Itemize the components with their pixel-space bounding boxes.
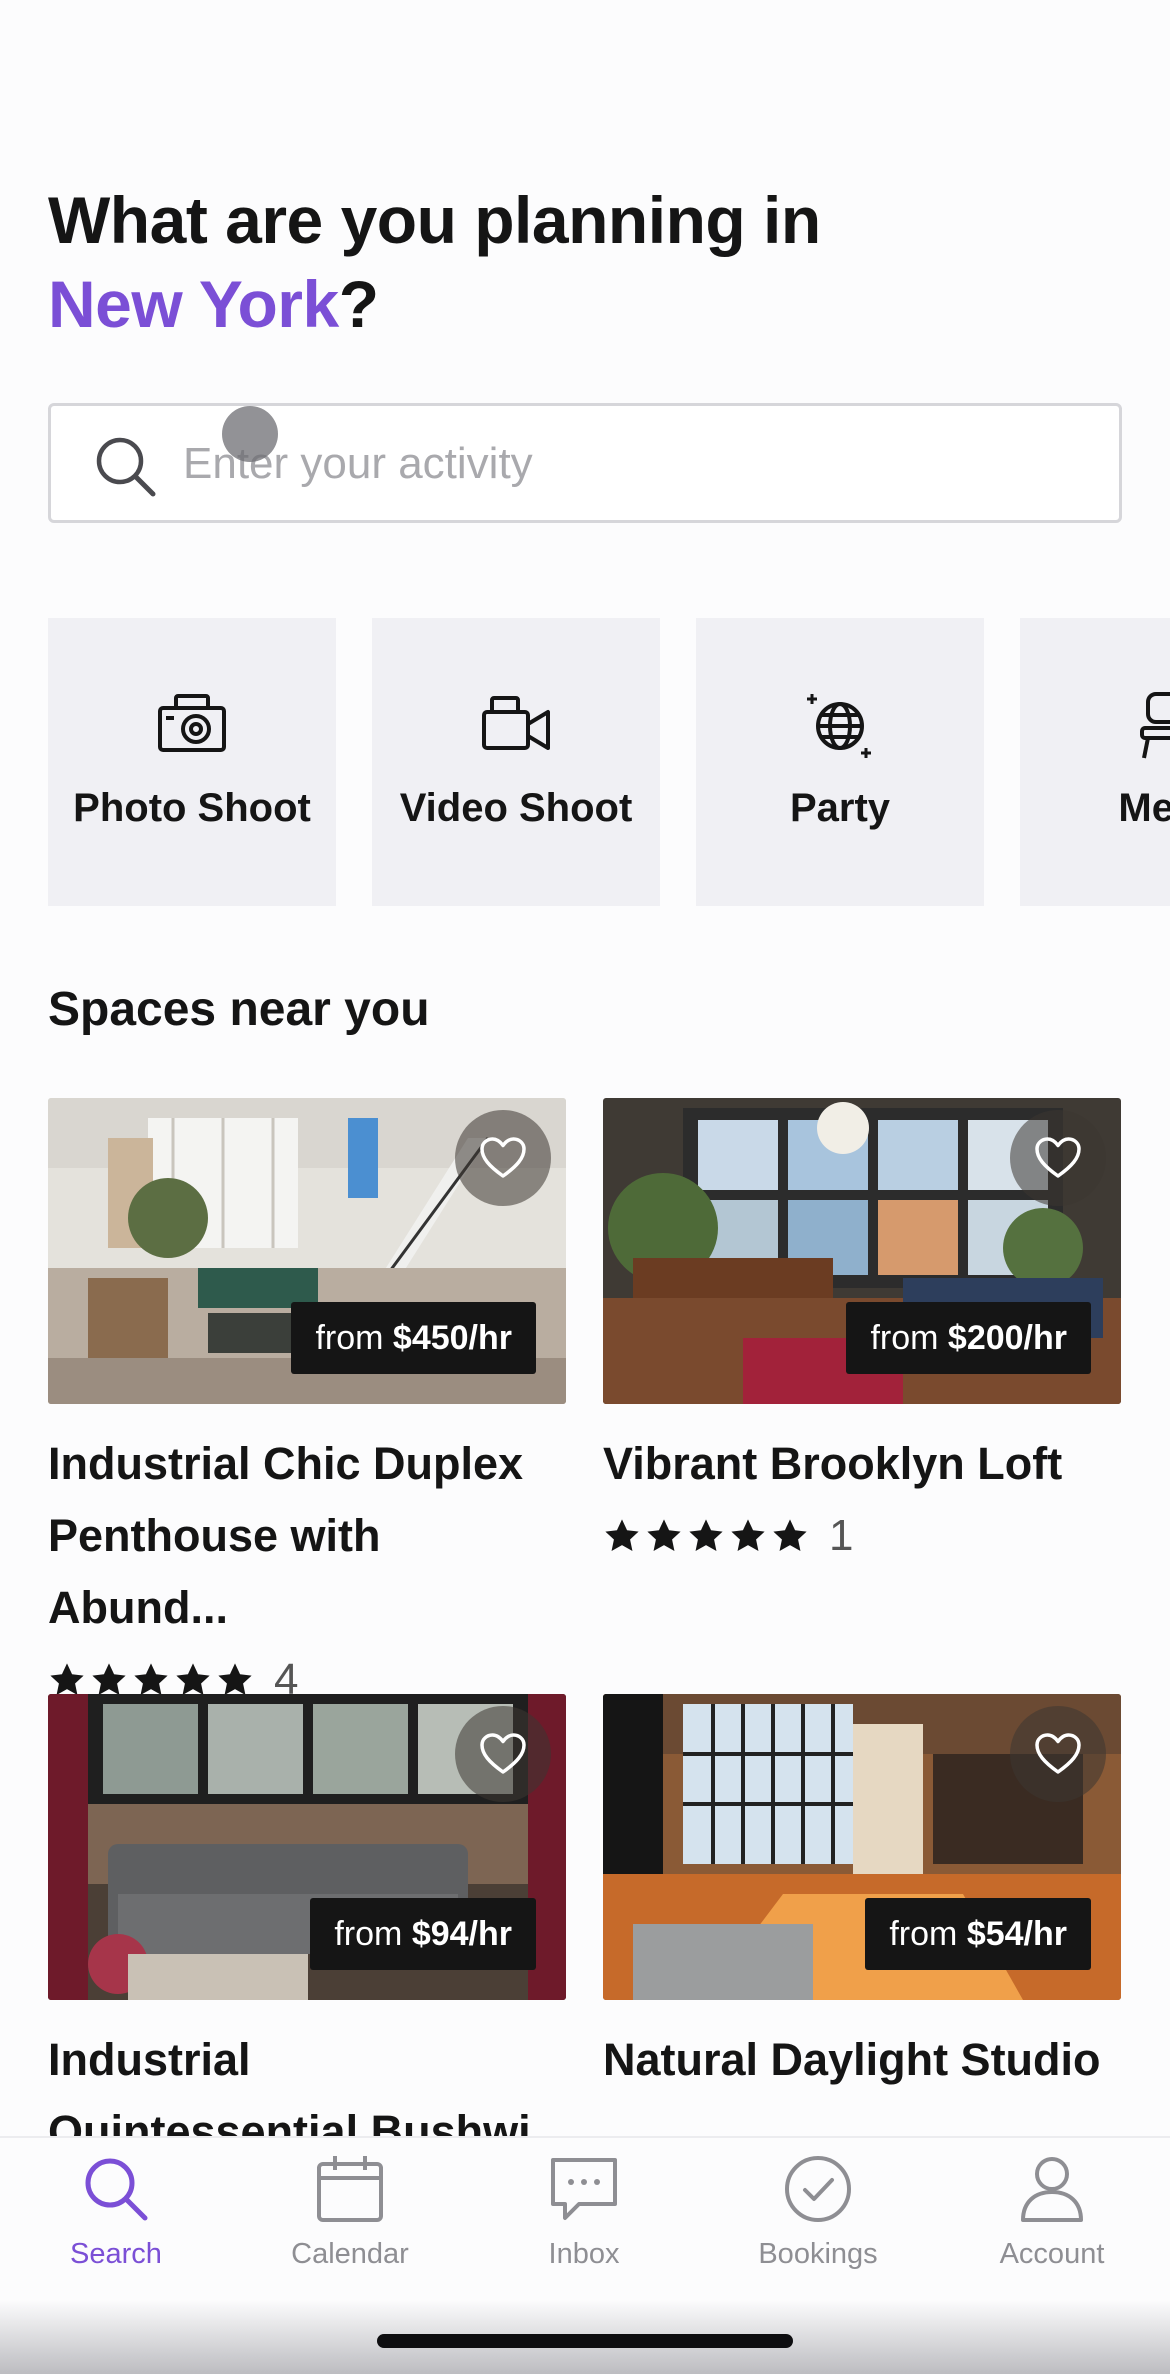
camera-icon [158,694,226,752]
tab-label: Search [70,2238,162,2270]
heart-icon [480,1733,526,1774]
heart-icon [1035,1137,1081,1178]
review-count: 1 [829,1511,854,1560]
category-photo-shoot[interactable]: Photo Shoot [48,618,336,906]
page-title: What are you planning in New York? [48,178,821,346]
listing-title[interactable]: Industrial Chic Duplex Penthouse with Ab… [48,1428,566,1644]
price-badge: from $450/hr [291,1302,536,1374]
tab-label: Calendar [291,2238,409,2270]
favorite-button[interactable] [1010,1110,1106,1206]
listing-photo[interactable]: from $450/hr [48,1098,566,1404]
price-badge: from $94/hr [310,1898,536,1970]
category-carousel[interactable]: Photo Shoot Video Shoot Party Me [48,618,1170,906]
listing-rating: 1 [603,1500,1121,1572]
city-selector[interactable]: New York [48,267,339,341]
tab-calendar[interactable]: Calendar [250,2152,450,2271]
activity-search-input[interactable] [183,426,1083,502]
category-label: Video Shoot [399,786,633,830]
check-circle-icon [785,2156,851,2222]
category-label: Meet [1118,786,1170,830]
tab-inbox[interactable]: Inbox [484,2152,684,2271]
section-title: Spaces near you [48,983,430,1036]
listing-card[interactable]: from $54/hr Natural Daylight Studio [603,1694,1121,2096]
price-prefix: from [315,1319,384,1357]
chat-bubble-icon [551,2158,617,2220]
listing-card[interactable]: from $450/hr Industrial Chic Duplex Pent… [48,1098,566,1716]
video-camera-icon [482,696,550,750]
heart-icon [480,1137,526,1178]
price-value: $450/hr [392,1319,512,1357]
activity-search-box[interactable] [48,403,1122,523]
category-label: Party [789,786,891,830]
category-party[interactable]: Party [696,618,984,906]
listing-photo[interactable]: from $54/hr [603,1694,1121,2000]
tab-search[interactable]: Search [16,2152,216,2271]
tab-label: Account [999,2238,1105,2270]
price-badge: from $200/hr [846,1302,1091,1374]
price-prefix: from [870,1319,939,1357]
price-value: $200/hr [947,1319,1067,1357]
category-video-shoot[interactable]: Video Shoot [372,618,660,906]
title-line: What are you planning in [48,183,821,257]
tab-label: Inbox [548,2238,620,2270]
favorite-button[interactable] [455,1706,551,1802]
category-label: Photo Shoot [73,786,311,830]
star-icon [773,1519,807,1552]
tab-label: Bookings [758,2238,878,2270]
home-indicator[interactable] [377,2334,793,2348]
star-icon [605,1519,639,1552]
listing-title[interactable]: Vibrant Brooklyn Loft [603,1428,1121,1500]
price-prefix: from [334,1915,403,1953]
calendar-icon [317,2156,383,2222]
favorite-button[interactable] [455,1110,551,1206]
search-icon [96,437,156,497]
chair-icon [1140,692,1170,759]
listing-photo[interactable]: from $200/hr [603,1098,1121,1404]
price-value: $54/hr [966,1915,1067,1953]
listing-card[interactable]: from $94/hr Industrial Quintessential Bu… [48,1694,566,2168]
screen: What are you planning in New York? Photo… [0,0,1170,2374]
category-meet[interactable]: Meet [1020,618,1170,906]
price-value: $94/hr [411,1915,512,1953]
star-icon [647,1519,681,1552]
listing-card[interactable]: from $200/hr Vibrant Brooklyn Loft 1 [603,1098,1121,1572]
heart-icon [1035,1733,1081,1774]
listing-photo[interactable]: from $94/hr [48,1694,566,2000]
price-prefix: from [889,1915,958,1953]
star-rating [603,1517,809,1555]
search-icon [85,2158,148,2221]
star-icon [689,1519,723,1552]
price-badge: from $54/hr [865,1898,1091,1970]
disco-ball-icon [807,694,871,758]
title-question-mark: ? [338,267,379,341]
listing-title[interactable]: Natural Daylight Studio [603,2024,1121,2096]
touch-indicator [222,406,278,462]
tab-account[interactable]: Account [952,2152,1152,2271]
tab-bookings[interactable]: Bookings [718,2152,918,2271]
person-icon [1021,2157,1083,2222]
favorite-button[interactable] [1010,1706,1106,1802]
star-icon [731,1519,765,1552]
